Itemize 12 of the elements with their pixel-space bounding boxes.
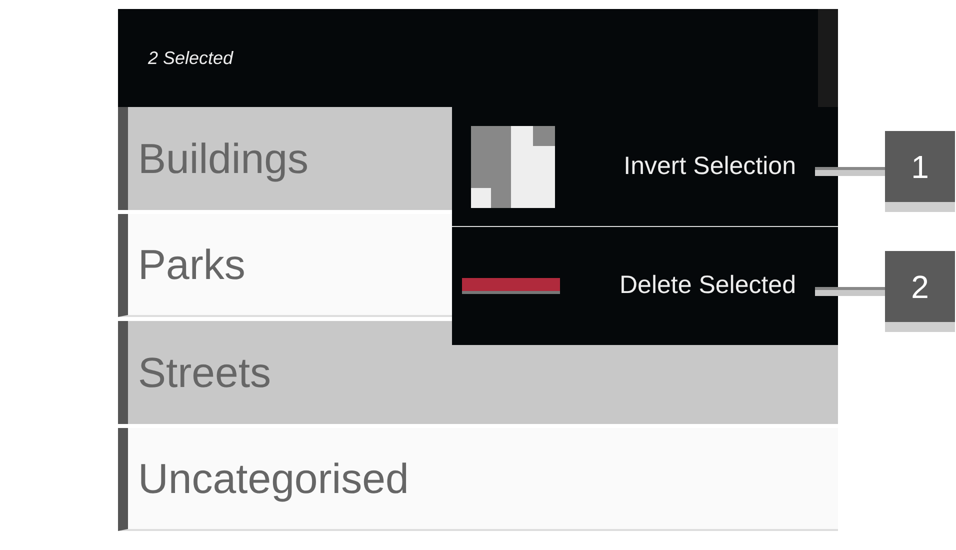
category-label: Parks — [138, 240, 246, 290]
callout-number: 2 — [885, 251, 955, 332]
delete-icon — [462, 278, 560, 294]
category-label: Streets — [138, 348, 272, 398]
category-label: Buildings — [138, 134, 308, 184]
action-bar-title: 2 Selected — [148, 46, 234, 70]
menu-item[interactable]: Invert Selection — [452, 107, 838, 226]
category-row[interactable]: Uncategorised — [118, 428, 838, 531]
callout-number: 1 — [885, 131, 955, 212]
menu-item[interactable]: Delete Selected — [452, 226, 838, 345]
category-label: Uncategorised — [138, 454, 409, 504]
invert-selection-icon — [471, 126, 555, 208]
